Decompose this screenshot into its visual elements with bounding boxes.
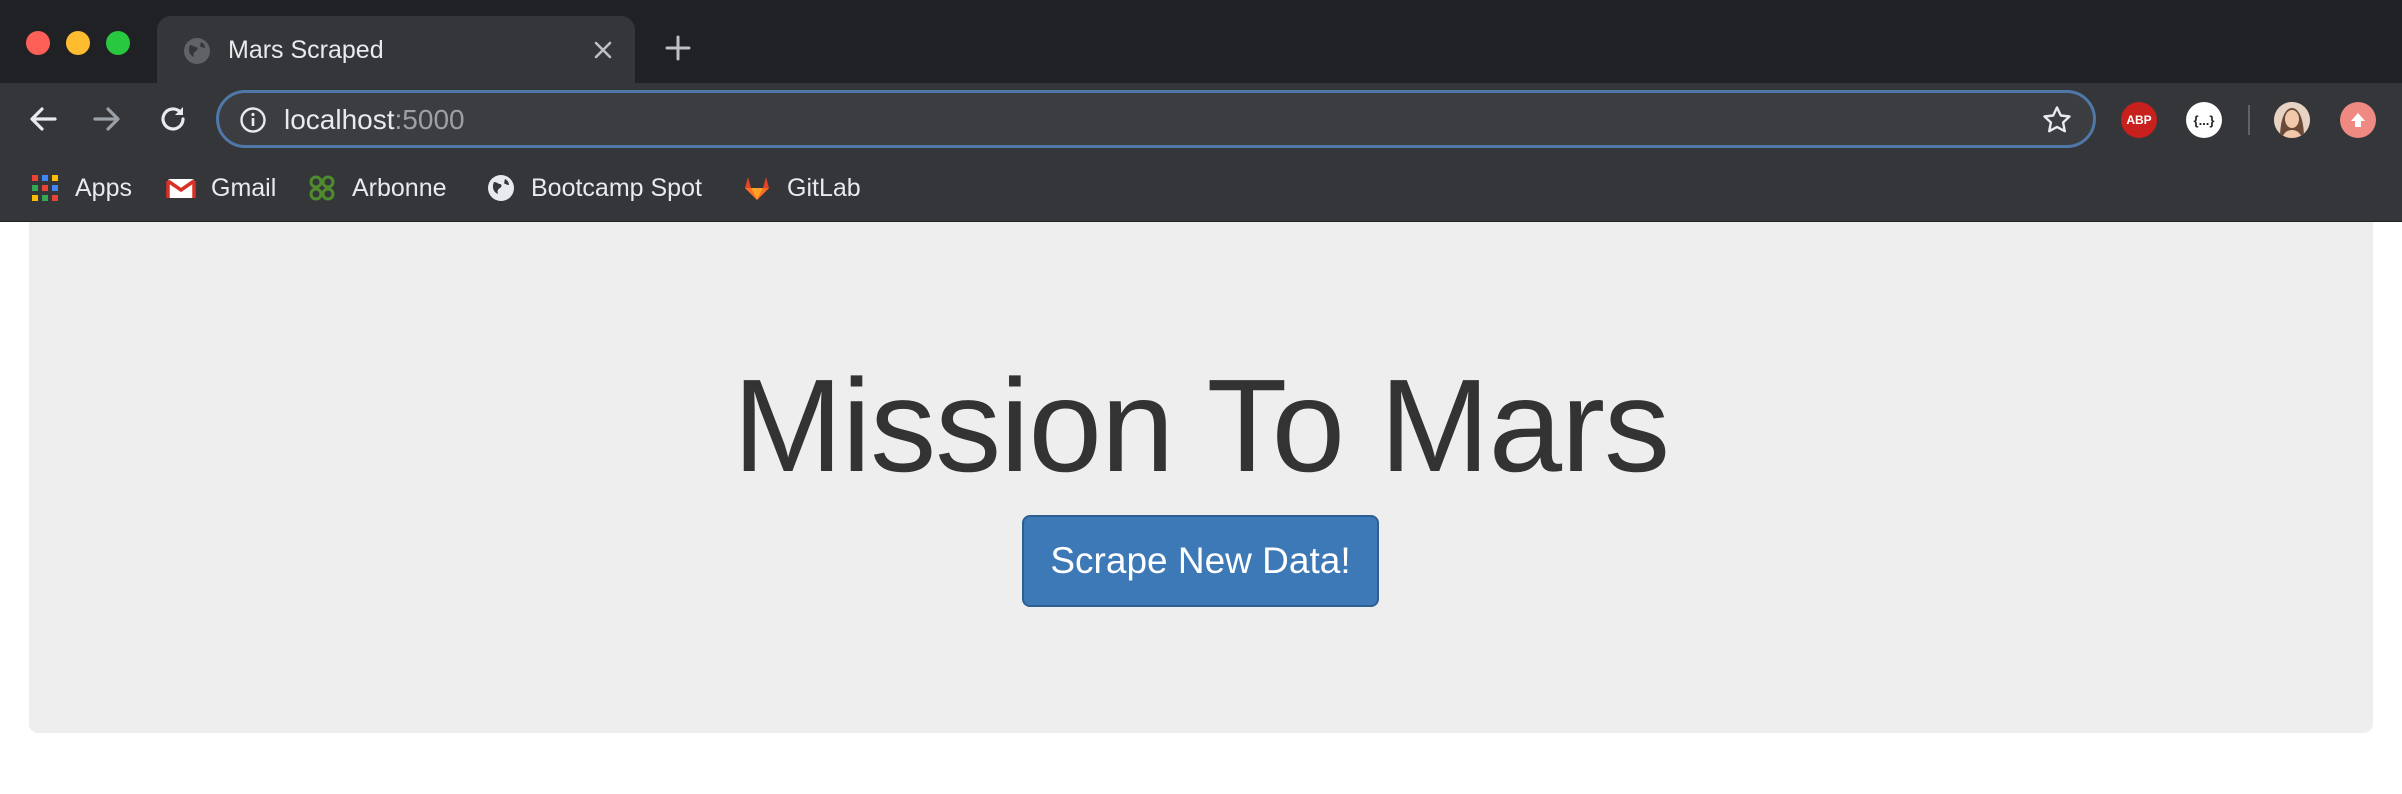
jumbotron: Mission To Mars Scrape New Data! [29, 222, 2373, 733]
close-window-button[interactable] [26, 31, 50, 55]
globe-icon [184, 38, 210, 64]
reload-icon[interactable] [155, 101, 191, 137]
scrape-new-data-button[interactable]: Scrape New Data! [1022, 515, 1379, 607]
gitlab-icon [745, 177, 769, 200]
adblock-plus-icon[interactable]: ABP [2121, 102, 2157, 138]
bookmarks-bar: Apps Gmail Arbonne Bootcamp Spot GitLab [0, 155, 2402, 222]
bookmark-arbonne[interactable]: Arbonne [307, 165, 447, 211]
profile-avatar[interactable] [2274, 102, 2310, 138]
apps-grid-icon [32, 175, 58, 201]
bookmark-label: Bootcamp Spot [531, 173, 702, 202]
browser-chrome: Mars Scraped localhost:5000 ABP {...} Ap… [0, 0, 2402, 222]
url-host: localhost [284, 104, 395, 135]
tab-title: Mars Scraped [228, 36, 384, 64]
tab-strip: Mars Scraped [0, 0, 2402, 83]
toolbar: localhost:5000 ABP {...} [0, 83, 2402, 155]
url-port: :5000 [394, 104, 465, 135]
toolbar-divider [2248, 105, 2250, 135]
bookmark-apps[interactable]: Apps [30, 165, 132, 211]
json-viewer-icon[interactable]: {...} [2186, 102, 2222, 138]
close-icon[interactable] [589, 36, 617, 64]
update-icon[interactable] [2340, 102, 2376, 138]
tab-mars-scraped[interactable]: Mars Scraped [157, 16, 635, 83]
bookmark-gmail[interactable]: Gmail [166, 165, 276, 211]
page-title: Mission To Mars [732, 352, 1670, 499]
page-content: Mission To Mars Scrape New Data! [0, 222, 2402, 794]
plus-icon[interactable] [662, 32, 694, 64]
url-text[interactable]: localhost:5000 [284, 104, 465, 136]
gmail-icon [166, 179, 196, 198]
info-icon[interactable] [239, 106, 267, 134]
zoom-window-button[interactable] [106, 31, 130, 55]
arbonne-icon [309, 175, 335, 201]
bookmark-bootcamp-spot[interactable]: Bootcamp Spot [486, 165, 702, 211]
star-icon[interactable] [2041, 104, 2073, 136]
address-bar[interactable]: localhost:5000 [216, 90, 2096, 148]
bookmark-label: Arbonne [352, 173, 447, 202]
bookmark-label: GitLab [787, 173, 861, 202]
globe-icon [488, 175, 514, 201]
bookmark-gitlab[interactable]: GitLab [742, 165, 861, 211]
bookmark-label: Gmail [211, 173, 277, 202]
bookmark-label: Apps [75, 173, 132, 202]
minimize-window-button[interactable] [66, 31, 90, 55]
arrow-right-icon[interactable] [89, 101, 125, 137]
arrow-left-icon[interactable] [25, 101, 61, 137]
